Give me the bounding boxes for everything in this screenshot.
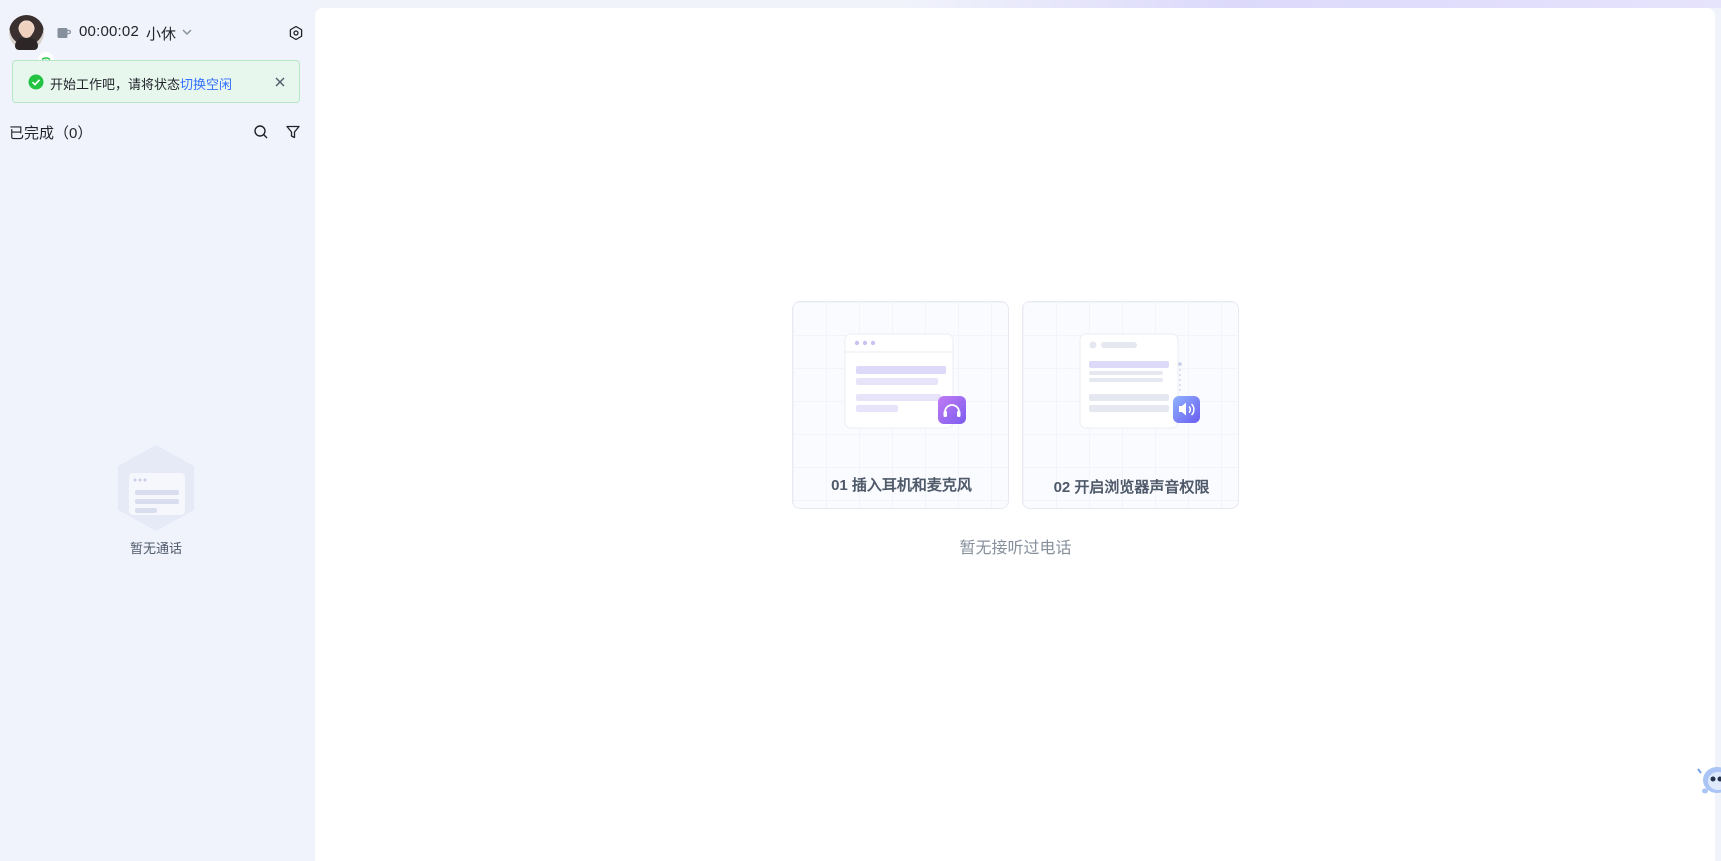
agent-status-bar: 00:00:02 小休 (0, 0, 315, 68)
sidebar: 00:00:02 小休 开始工作吧，请将状态切换空闲 已完成（0） 暂无通话 (0, 0, 315, 861)
top-gradient-strip (900, 0, 1721, 8)
setup-card-audio-permission: 02 开启浏览器声音权限 (1022, 301, 1239, 509)
setup-step-2-label: 02 开启浏览器声音权限 (1053, 479, 1210, 496)
chevron-down-icon[interactable] (181, 27, 193, 37)
notice-message: 开始工作吧，请将状态 (50, 77, 181, 92)
status-timer: 00:00:02 (79, 23, 139, 40)
search-icon[interactable] (253, 124, 269, 140)
headset-card-illustration (844, 333, 966, 429)
close-icon[interactable] (273, 75, 287, 89)
coffee-icon (57, 28, 71, 38)
assistant-bot-icon[interactable] (1697, 763, 1721, 797)
completed-list-header: 已完成（0） (9, 125, 93, 142)
setup-card-headset: 01 插入耳机和麦克风 (792, 301, 1009, 509)
empty-list-illustration (118, 445, 194, 531)
empty-list-text: 暂无通话 (129, 541, 182, 556)
main-panel (315, 8, 1715, 861)
avatar-body (15, 38, 38, 50)
filter-icon[interactable] (285, 124, 301, 140)
speaker-card-illustration (1079, 333, 1200, 429)
switch-idle-link[interactable]: 切换空闲 (180, 77, 232, 92)
headset-icon (938, 396, 966, 424)
work-start-notice: 开始工作吧，请将状态切换空闲 (12, 60, 300, 103)
setup-step-1-label: 01 插入耳机和麦克风 (831, 477, 972, 494)
no-calls-text: 暂无接听过电话 (959, 540, 1072, 557)
notice-text: 开始工作吧，请将状态切换空闲 (50, 74, 232, 93)
settings-icon[interactable] (288, 25, 304, 41)
status-selector[interactable]: 小休 (146, 23, 176, 44)
avatar-face (20, 23, 33, 38)
avatar[interactable] (9, 15, 54, 68)
check-circle-icon (28, 74, 44, 90)
speaker-icon (1173, 396, 1200, 423)
